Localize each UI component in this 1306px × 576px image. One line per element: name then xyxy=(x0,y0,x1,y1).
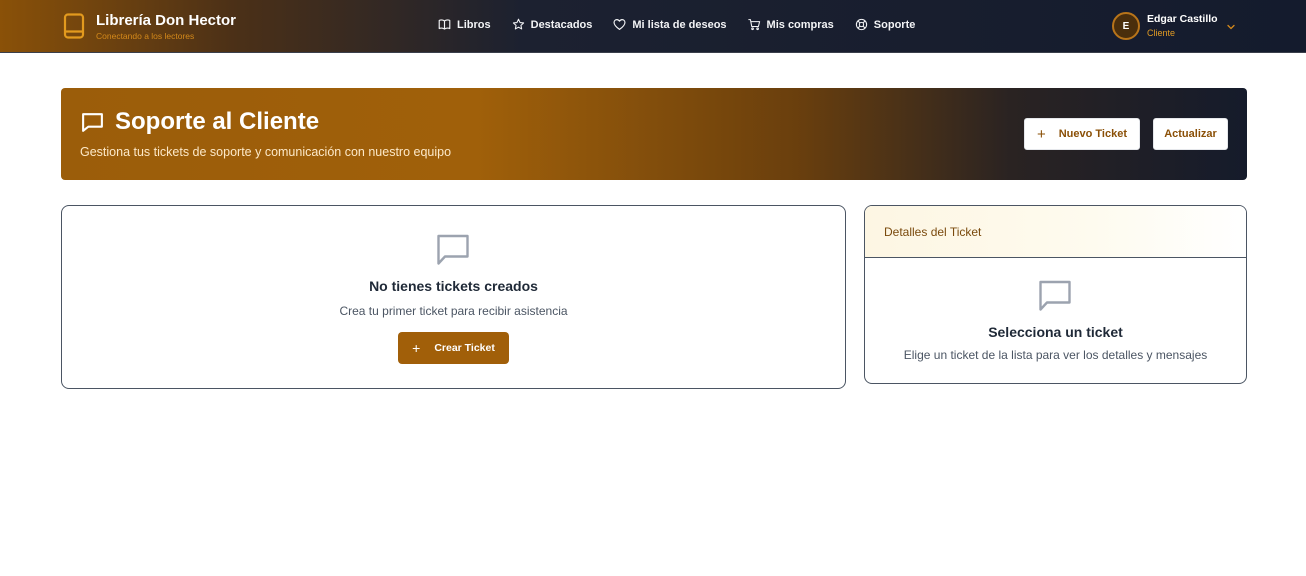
book-open-icon xyxy=(438,19,451,30)
support-hero-banner: Soporte al Cliente Gestiona tus tickets … xyxy=(61,88,1247,180)
empty-state-title: No tienes tickets creados xyxy=(369,278,538,294)
brand[interactable]: Librería Don Hector Conectando a los lec… xyxy=(63,12,236,42)
brand-title: Librería Don Hector xyxy=(96,12,237,29)
nav-item-label: Mis compras xyxy=(766,18,834,31)
message-square-icon xyxy=(82,112,103,132)
page-title-text: Soporte al Cliente xyxy=(115,108,320,135)
nav-item-label: Soporte xyxy=(873,18,916,31)
avatar: E xyxy=(1112,12,1140,40)
top-navbar: Librería Don Hector Conectando a los lec… xyxy=(0,0,1306,53)
nav-item-label: Mi lista de deseos xyxy=(632,18,727,31)
nav-item-soporte[interactable]: Soporte xyxy=(855,18,916,31)
refresh-button[interactable]: Actualizar xyxy=(1153,118,1228,150)
heart-icon xyxy=(613,19,626,30)
cart-icon xyxy=(747,19,760,31)
user-menu[interactable]: E Edgar Castillo Cliente xyxy=(1112,12,1236,40)
select-ticket-title: Selecciona un ticket xyxy=(988,324,1123,340)
star-icon xyxy=(512,18,524,30)
empty-state-subtitle: Crea tu primer ticket para recibir asist… xyxy=(339,304,568,318)
nav-item-label: Libros xyxy=(457,18,491,31)
ticket-details-title: Detalles del Ticket xyxy=(884,224,982,239)
book-logo-icon xyxy=(63,13,85,39)
message-square-icon xyxy=(1039,280,1071,311)
page-subtitle: Gestiona tus tickets de soporte y comuni… xyxy=(80,145,452,159)
refresh-label: Actualizar xyxy=(1164,128,1217,140)
plus-icon: + xyxy=(412,340,421,356)
select-ticket-subtitle: Elige un ticket de la lista para ver los… xyxy=(903,348,1208,362)
nav-item-libros[interactable]: Libros xyxy=(438,18,491,31)
tickets-list-card: No tienes tickets creados Crea tu primer… xyxy=(61,205,846,389)
lifebuoy-icon xyxy=(855,18,867,31)
page-title: Soporte al Cliente xyxy=(80,108,319,136)
create-ticket-button[interactable]: + Crear Ticket xyxy=(398,332,509,364)
create-ticket-label: Crear Ticket xyxy=(434,342,495,354)
plus-icon: + xyxy=(1036,125,1046,143)
nav-item-compras[interactable]: Mis compras xyxy=(747,18,834,31)
message-square-icon xyxy=(437,234,469,265)
new-ticket-button[interactable]: + Nuevo Ticket xyxy=(1024,118,1140,150)
ticket-details-header: Detalles del Ticket xyxy=(865,206,1246,258)
user-role: Cliente xyxy=(1147,28,1176,38)
user-name: Edgar Castillo xyxy=(1147,13,1218,25)
nav-item-label: Destacados xyxy=(530,18,593,31)
brand-tagline: Conectando a los lectores xyxy=(96,31,195,41)
chevron-down-icon xyxy=(1226,24,1235,30)
nav-item-destacados[interactable]: Destacados xyxy=(512,18,593,31)
ticket-details-card: Detalles del Ticket Selecciona un ticket… xyxy=(864,205,1247,384)
nav-item-wishlist[interactable]: Mi lista de deseos xyxy=(613,18,727,31)
main-nav: Libros Destacados Mi lista de deseos Mis… xyxy=(438,18,936,31)
new-ticket-label: Nuevo Ticket xyxy=(1058,128,1128,140)
